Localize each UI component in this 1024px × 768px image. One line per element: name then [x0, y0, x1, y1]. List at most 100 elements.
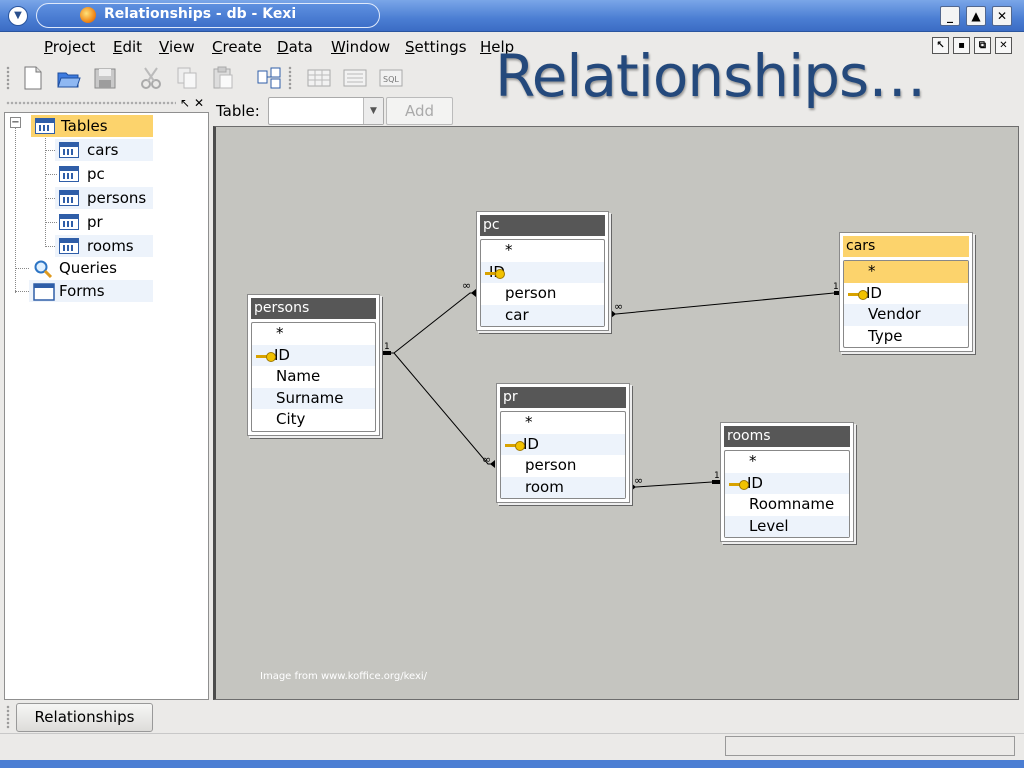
field-row[interactable]: Type [844, 326, 968, 348]
mdi-arrow-icon[interactable]: ↖ [932, 37, 949, 54]
table-box-persons[interactable]: persons * ID Name Surname City [247, 294, 380, 436]
tree-item-label: Forms [59, 282, 105, 300]
table-icon [59, 214, 79, 230]
toolbar-grip-2[interactable] [288, 66, 292, 90]
close-button[interactable]: ✕ [992, 6, 1012, 26]
menu-edit[interactable]: Edit [113, 38, 142, 56]
table-box-pc[interactable]: pc * ID person car [476, 211, 609, 331]
undock-icon[interactable]: ↖ [180, 96, 190, 110]
field-row[interactable]: * [501, 412, 625, 434]
project-navigator: − Tables cars pc persons pr rooms Querie… [4, 112, 209, 700]
field-row[interactable]: car [481, 304, 604, 326]
open-folder-icon[interactable] [56, 65, 82, 91]
field-list: * ID Roomname Level [724, 450, 850, 538]
tree-item-rooms[interactable]: rooms [55, 235, 153, 257]
relation-persons-pr[interactable] [393, 352, 495, 465]
form-icon [33, 283, 55, 301]
mdi-close-icon[interactable]: ✕ [995, 37, 1012, 54]
tree-item-pc[interactable]: pc [55, 163, 153, 185]
tree-item-tables[interactable]: Tables [31, 115, 153, 137]
field-row[interactable]: Roomname [725, 494, 849, 516]
primary-key-icon [485, 268, 505, 279]
slide-heading: Relationships… [495, 42, 926, 110]
table-title[interactable]: cars [843, 236, 969, 257]
field-row[interactable]: * [252, 323, 375, 345]
collapse-tables-icon[interactable]: − [10, 117, 21, 128]
field-row[interactable]: * [844, 261, 968, 283]
menu-project[interactable]: Project [44, 38, 95, 56]
status-field [725, 736, 1015, 756]
relation-persons-pc[interactable] [382, 292, 476, 354]
menu-create[interactable]: Create [212, 38, 262, 56]
tree-item-label: rooms [87, 237, 134, 255]
navigator-grip[interactable] [6, 101, 176, 105]
save-icon[interactable] [92, 65, 118, 91]
maximize-button[interactable]: ▲ [966, 6, 986, 26]
field-row[interactable]: City [252, 409, 375, 431]
field-row[interactable]: * [481, 240, 604, 262]
table-title[interactable]: pr [500, 387, 626, 408]
tree-item-label: pr [87, 213, 103, 231]
table-icon [59, 190, 79, 206]
mdi-minimize-icon[interactable]: ▪ [953, 37, 970, 54]
design-view-icon[interactable] [342, 65, 368, 91]
field-row[interactable]: Vendor [844, 304, 968, 326]
field-row[interactable]: Level [725, 515, 849, 537]
minimize-button[interactable]: _ [940, 6, 960, 26]
navigator-header: ↖ ✕ [4, 96, 209, 112]
navigator-close-icon[interactable]: ✕ [194, 96, 204, 110]
field-row[interactable]: room [501, 476, 625, 498]
table-title[interactable]: rooms [724, 426, 850, 447]
menu-window[interactable]: Window [331, 38, 390, 56]
mdi-restore-icon[interactable]: ⧉ [974, 37, 991, 54]
relationships-canvas[interactable]: 1 ∞ ∞ 1 ∞ 1 ∞ pc * ID person car cars * … [213, 126, 1019, 700]
tree-item-forms[interactable]: Forms [29, 280, 153, 302]
field-row[interactable]: ID [844, 283, 968, 305]
datasheet-view-icon[interactable] [306, 65, 332, 91]
window-menu-button[interactable]: ▼ [8, 6, 28, 26]
table-combo[interactable]: ▼ [268, 97, 384, 125]
taskbar-grip[interactable] [6, 705, 10, 729]
field-row[interactable]: Surname [252, 387, 375, 409]
primary-key-icon [256, 351, 276, 362]
field-row[interactable]: ID [252, 344, 375, 366]
window-tab-relationships[interactable]: Relationships [16, 703, 153, 732]
field-row[interactable]: * [725, 451, 849, 473]
menu-view[interactable]: View [159, 38, 195, 56]
table-box-rooms[interactable]: rooms * ID Roomname Level [720, 422, 854, 542]
tree-item-persons[interactable]: persons [55, 187, 153, 209]
menu-settings[interactable]: Settings [405, 38, 467, 56]
cut-icon[interactable] [138, 65, 164, 91]
table-icon [59, 238, 79, 254]
tree-item-cars[interactable]: cars [55, 139, 153, 161]
table-box-pr[interactable]: pr * ID person room [496, 383, 630, 503]
table-title[interactable]: pc [480, 215, 605, 236]
relation-rooms-pr[interactable] [631, 481, 722, 488]
menu-data[interactable]: Data [277, 38, 313, 56]
field-row[interactable]: Name [252, 366, 375, 388]
table-title[interactable]: persons [251, 298, 376, 319]
field-row[interactable]: person [501, 455, 625, 477]
one-label: 1 [833, 282, 839, 292]
tree-item-pr[interactable]: pr [55, 211, 153, 233]
field-row[interactable]: person [481, 283, 604, 305]
tree-line [45, 135, 46, 247]
add-table-button[interactable]: Add [386, 97, 453, 125]
tree-item-queries[interactable]: Queries [29, 257, 153, 279]
field-row[interactable]: ID [501, 433, 625, 455]
main-toolbar: SQL [0, 61, 480, 95]
field-row[interactable]: ID [725, 472, 849, 494]
table-box-cars[interactable]: cars * ID Vendor Type [839, 232, 973, 352]
field-row[interactable]: ID [481, 261, 604, 283]
tree-line [15, 268, 29, 269]
copy-icon[interactable] [174, 65, 200, 91]
relation-cars-pc[interactable] [611, 292, 844, 315]
new-document-icon[interactable] [20, 65, 46, 91]
relationships-icon[interactable] [256, 65, 282, 91]
toolbar-grip[interactable] [6, 66, 10, 90]
paste-icon[interactable] [210, 65, 236, 91]
chevron-down-icon[interactable]: ▼ [363, 98, 383, 124]
field-list: * ID person room [500, 411, 626, 499]
sql-view-icon[interactable]: SQL [378, 65, 404, 91]
many-label: ∞ [614, 300, 623, 313]
